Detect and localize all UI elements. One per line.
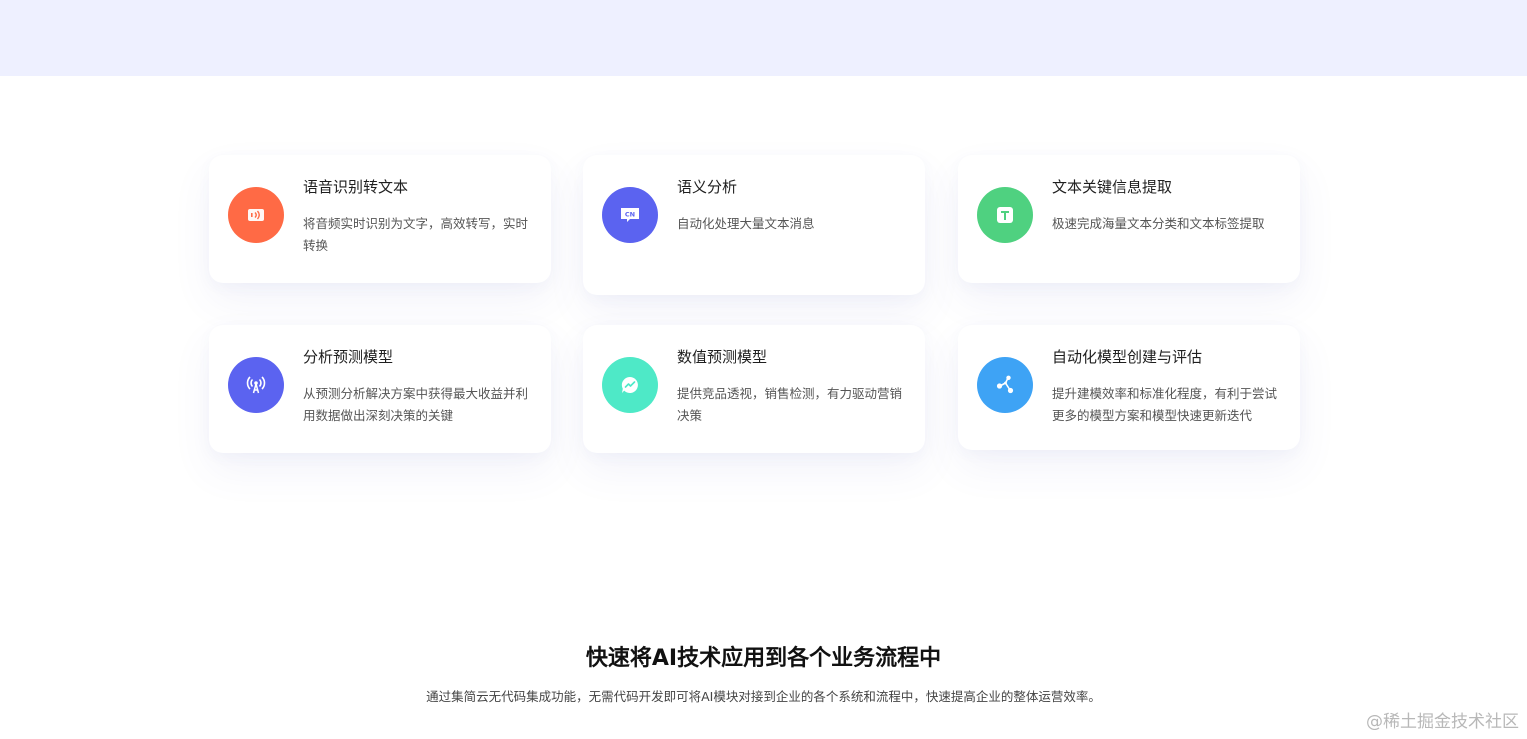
card-description: 将音频实时识别为文字，高效转写，实时转换	[303, 216, 529, 253]
text-t-icon	[977, 187, 1033, 243]
card-description: 自动化处理大量文本消息	[677, 216, 815, 231]
card-title: 语义分析	[677, 178, 738, 196]
audio-wave-icon	[228, 187, 284, 243]
card-description: 极速完成海量文本分类和文本标签提取	[1052, 216, 1265, 231]
feature-card-numeric-prediction[interactable]: 数值预测模型 提供竞品透视，销售检测，有力驱动营销决策	[583, 325, 925, 453]
feature-grid: 语音识别转文本 将音频实时识别为文字，高效转写，实时转换 CN 语义分析 自动化…	[0, 0, 1527, 739]
antenna-icon	[228, 357, 284, 413]
card-title: 文本关键信息提取	[1052, 178, 1173, 196]
feature-card-auto-modeling[interactable]: 自动化模型创建与评估 提升建模效率和标准化程度，有利于尝试更多的模型方案和模型快…	[958, 325, 1300, 450]
card-description: 从预测分析解决方案中获得最大收益并利用数据做出深刻决策的关键	[303, 386, 529, 423]
card-title: 分析预测模型	[303, 348, 394, 366]
section-heading: 快速将AI技术应用到各个业务流程中	[585, 646, 942, 671]
share-nodes-icon	[977, 357, 1033, 413]
feature-card-predictive-model[interactable]: 分析预测模型 从预测分析解决方案中获得最大收益并利用数据做出深刻决策的关键	[209, 325, 551, 453]
site-watermark: @稀土掘金技术社区	[1366, 712, 1519, 732]
cn-chat-icon: CN	[602, 187, 658, 243]
card-title: 数值预测模型	[677, 348, 768, 366]
feature-card-semantic-analysis[interactable]: CN 语义分析 自动化处理大量文本消息	[583, 155, 925, 295]
svg-text:CN: CN	[625, 211, 635, 219]
card-title: 自动化模型创建与评估	[1052, 348, 1203, 366]
feature-card-speech-to-text[interactable]: 语音识别转文本 将音频实时识别为文字，高效转写，实时转换	[209, 155, 551, 283]
card-title: 语音识别转文本	[303, 178, 409, 196]
trend-chat-icon	[602, 357, 658, 413]
feature-card-text-extraction[interactable]: 文本关键信息提取 极速完成海量文本分类和文本标签提取	[958, 155, 1300, 283]
card-description: 提供竞品透视，销售检测，有力驱动营销决策	[677, 386, 903, 423]
section-subheading: 通过集简云无代码集成功能，无需代码开发即可将AI模块对接到企业的各个系统和流程中…	[426, 689, 1101, 704]
card-description: 提升建模效率和标准化程度，有利于尝试更多的模型方案和模型快速更新迭代	[1052, 386, 1278, 423]
